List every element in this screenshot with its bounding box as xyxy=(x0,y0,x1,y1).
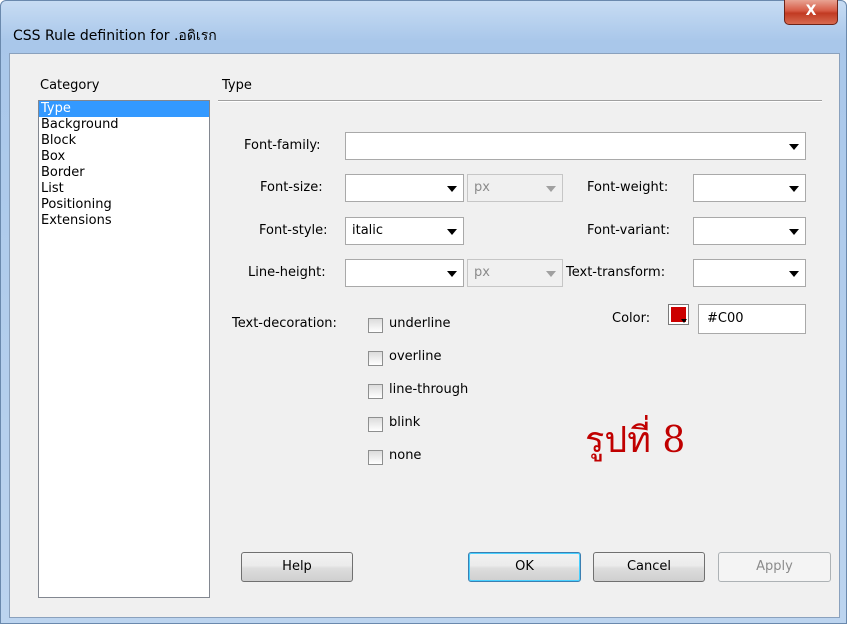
chevron-down-icon xyxy=(447,271,457,277)
font-size-select[interactable] xyxy=(345,174,464,202)
category-item-extensions[interactable]: Extensions xyxy=(39,213,209,229)
title-bar[interactable]: CSS Rule definition for .อดิเรก X xyxy=(1,0,846,45)
ok-button[interactable]: OK xyxy=(468,552,581,582)
cancel-button[interactable]: Cancel xyxy=(593,552,705,582)
font-family-label: Font-family: xyxy=(244,138,321,153)
text-decoration-label: Text-decoration: xyxy=(232,316,337,331)
checkbox-box[interactable] xyxy=(368,351,383,366)
chevron-down-icon xyxy=(447,229,457,235)
dialog-window: CSS Rule definition for .อดิเรก X Catego… xyxy=(0,0,847,624)
line-height-unit-value: px xyxy=(474,265,490,280)
color-label: Color: xyxy=(612,311,651,326)
color-picker-button[interactable] xyxy=(668,304,689,325)
font-style-value: italic xyxy=(352,223,384,238)
text-transform-label: Text-transform: xyxy=(566,265,666,280)
category-item-border[interactable]: Border xyxy=(39,165,209,181)
chevron-down-icon xyxy=(789,229,799,235)
underline-label: underline xyxy=(389,316,451,331)
chevron-down-icon xyxy=(447,186,457,192)
color-input[interactable]: #C00 xyxy=(698,304,806,334)
help-button[interactable]: Help xyxy=(241,552,353,582)
apply-button[interactable]: Apply xyxy=(718,552,831,582)
line-height-select[interactable] xyxy=(345,259,464,287)
color-value: #C00 xyxy=(707,311,744,326)
chevron-down-icon xyxy=(789,186,799,192)
checkbox-box[interactable] xyxy=(368,318,383,333)
category-item-type[interactable]: Type xyxy=(39,101,209,117)
category-item-box[interactable]: Box xyxy=(39,149,209,165)
section-title: Type xyxy=(222,78,252,93)
category-label: Category xyxy=(40,78,100,93)
line-height-unit-select: px xyxy=(467,259,563,287)
blink-label: blink xyxy=(389,415,421,430)
chevron-down-icon xyxy=(546,271,556,277)
overline-label: overline xyxy=(389,349,442,364)
font-size-unit-select: px xyxy=(467,174,563,202)
checkbox-box[interactable] xyxy=(368,417,383,432)
dialog-body: Category Type Background Block Box Borde… xyxy=(9,53,840,618)
chevron-down-icon xyxy=(789,144,799,150)
font-style-label: Font-style: xyxy=(259,223,328,238)
chevron-down-icon xyxy=(789,271,799,277)
font-variant-label: Font-variant: xyxy=(587,223,670,238)
close-button[interactable]: X xyxy=(784,0,838,25)
font-weight-label: Font-weight: xyxy=(587,180,669,195)
none-label: none xyxy=(389,448,422,463)
window-title: CSS Rule definition for .อดิเรก xyxy=(13,28,217,44)
text-transform-select[interactable] xyxy=(693,259,806,287)
font-variant-select[interactable] xyxy=(693,217,806,245)
line-height-label: Line-height: xyxy=(248,265,326,280)
line-through-label: line-through xyxy=(389,382,469,397)
category-item-positioning[interactable]: Positioning xyxy=(39,197,209,213)
figure-caption: รูปที่ 8 xyxy=(585,420,686,461)
checkbox-box[interactable] xyxy=(368,384,383,399)
chevron-down-icon xyxy=(546,186,556,192)
chevron-down-icon xyxy=(681,319,687,323)
category-item-block[interactable]: Block xyxy=(39,133,209,149)
checkbox-box[interactable] xyxy=(368,450,383,465)
category-list[interactable]: Type Background Block Box Border List Po… xyxy=(38,100,210,598)
font-size-unit-value: px xyxy=(474,180,490,195)
font-weight-select[interactable] xyxy=(693,174,806,202)
font-size-label: Font-size: xyxy=(260,180,323,195)
category-item-list[interactable]: List xyxy=(39,181,209,197)
category-item-background[interactable]: Background xyxy=(39,117,209,133)
font-style-select[interactable]: italic xyxy=(345,217,464,245)
section-divider xyxy=(218,100,822,102)
font-family-select[interactable] xyxy=(345,132,806,160)
